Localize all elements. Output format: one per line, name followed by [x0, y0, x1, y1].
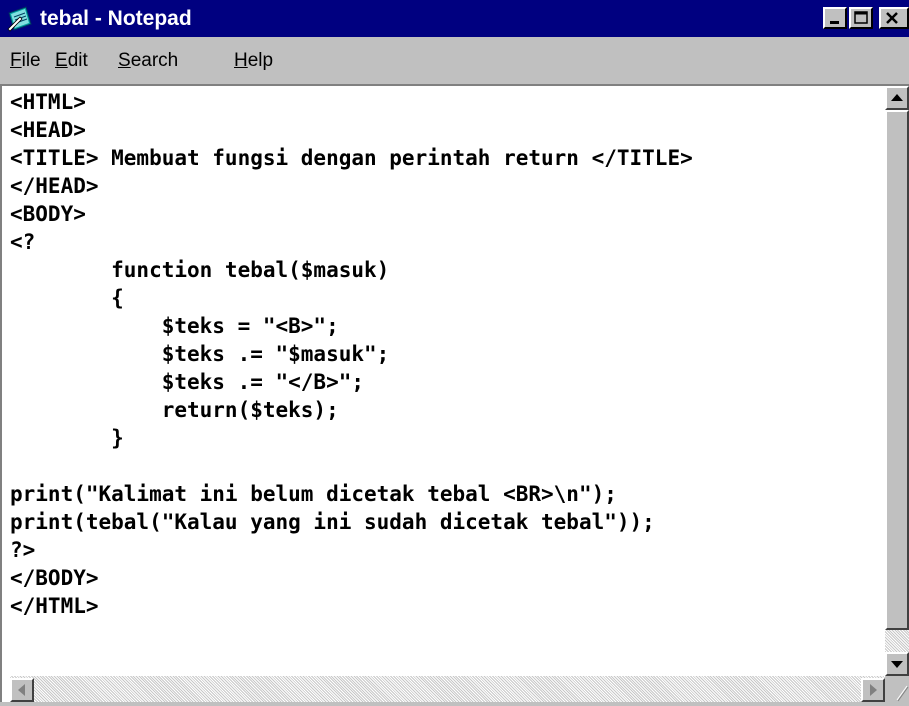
- title-bar[interactable]: tebal - Notepad: [0, 0, 909, 37]
- window-title: tebal - Notepad: [40, 7, 192, 30]
- vertical-scrollbar[interactable]: [885, 86, 909, 676]
- menu-search-mnemonic: S: [118, 50, 131, 71]
- minimize-button[interactable]: [823, 7, 847, 29]
- menu-bar: File Edit Search Help: [0, 37, 909, 81]
- code-line: }: [10, 426, 124, 450]
- code-line: return($teks);: [10, 398, 339, 422]
- scroll-right-button[interactable]: [861, 678, 885, 702]
- notepad-window: tebal - Notepad File Edit Search Help <H…: [0, 0, 909, 702]
- code-line: </HEAD>: [10, 174, 99, 198]
- resize-grip-icon: [896, 685, 909, 702]
- menu-help-label: elp: [247, 50, 274, 71]
- close-icon: [886, 12, 898, 24]
- code-line: function tebal($masuk): [10, 258, 390, 282]
- menu-help[interactable]: Help: [234, 49, 273, 73]
- vertical-scroll-thumb[interactable]: [885, 110, 909, 630]
- down-arrow-icon: [891, 661, 903, 668]
- menu-edit-label: dit: [67, 50, 88, 71]
- menu-file[interactable]: File: [10, 49, 41, 73]
- left-arrow-icon: [18, 684, 25, 696]
- text-editor[interactable]: <HTML> <HEAD> <TITLE> Membuat fungsi den…: [10, 86, 880, 674]
- code-line: print(tebal("Kalau yang ini sudah diceta…: [10, 510, 655, 534]
- code-line: $teks = "<B>";: [10, 314, 339, 338]
- up-arrow-icon: [891, 94, 903, 101]
- notepad-icon[interactable]: [6, 5, 34, 32]
- menu-file-label: ile: [21, 50, 41, 71]
- code-line: $teks .= "</B>";: [10, 370, 365, 394]
- code-line: </BODY>: [10, 566, 99, 590]
- menu-file-mnemonic: F: [10, 50, 22, 71]
- menu-help-mnemonic: H: [234, 50, 248, 71]
- maximize-button[interactable]: [849, 7, 873, 29]
- code-line: $teks .= "$masuk";: [10, 342, 390, 366]
- code-line: </HTML>: [10, 594, 99, 618]
- minimize-icon: [830, 21, 839, 24]
- menu-search[interactable]: Search: [118, 49, 178, 73]
- code-line: <?: [10, 230, 36, 254]
- size-grip[interactable]: [885, 676, 909, 702]
- scroll-up-button[interactable]: [885, 86, 909, 110]
- code-line: <TITLE> Membuat fungsi dengan perintah r…: [10, 146, 693, 170]
- scroll-left-button[interactable]: [10, 678, 34, 702]
- right-arrow-icon: [870, 684, 877, 696]
- code-line: <HEAD>: [10, 118, 86, 142]
- menu-edit-mnemonic: E: [55, 50, 68, 71]
- code-line: {: [10, 286, 124, 310]
- code-line: <BODY>: [10, 202, 86, 226]
- close-button[interactable]: [879, 7, 909, 29]
- menu-edit[interactable]: Edit: [55, 49, 88, 73]
- menu-search-label: earch: [130, 50, 179, 71]
- code-line: ?>: [10, 538, 36, 562]
- maximize-icon: [854, 11, 868, 24]
- code-line: print("Kalimat ini belum dicetak tebal <…: [10, 482, 617, 506]
- scroll-down-button[interactable]: [885, 652, 909, 676]
- horizontal-scrollbar[interactable]: [10, 676, 885, 702]
- code-line: <HTML>: [10, 90, 86, 114]
